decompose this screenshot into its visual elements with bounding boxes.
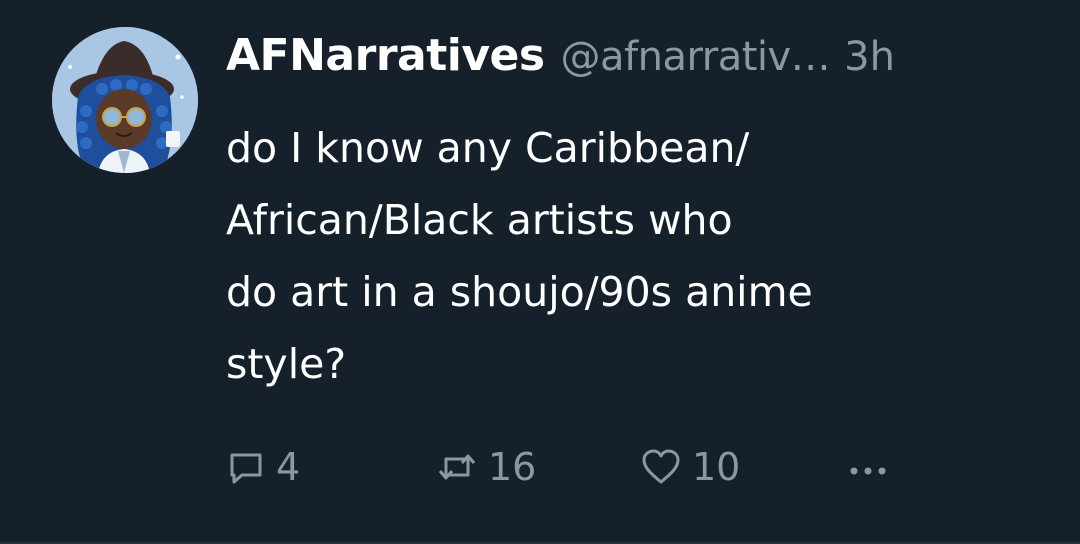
retweet-button[interactable]: 16 — [436, 440, 536, 494]
avatar-illustration — [52, 27, 198, 173]
retweet-count: 16 — [488, 445, 537, 489]
tweet[interactable]: AFNarratives @afnarrativ… 3h do I know a… — [0, 0, 1080, 544]
like-count: 10 — [692, 445, 741, 489]
reply-count: 4 — [276, 445, 301, 489]
action-bar: 4 16 10 — [226, 440, 926, 494]
tweet-text: do I know any Caribbean/ African/Black a… — [226, 112, 1026, 400]
tweet-text-line: African/Black artists who — [226, 196, 733, 244]
like-button[interactable]: 10 — [640, 440, 740, 494]
retweet-icon — [438, 454, 476, 480]
more-button[interactable] — [846, 440, 890, 494]
display-name[interactable]: AFNarratives — [226, 30, 545, 81]
reply-icon — [230, 453, 262, 484]
tweet-text-line: do art in a shoujo/90s anime — [226, 268, 813, 316]
tweet-text-line: style? — [226, 340, 347, 388]
tweet-text-line: do I know any Caribbean/ — [226, 124, 750, 172]
more-icon — [850, 467, 886, 475]
user-handle[interactable]: @afnarrativ… — [561, 34, 831, 80]
tweet-header: AFNarratives @afnarrativ… 3h — [226, 30, 1056, 100]
reply-button[interactable]: 4 — [226, 440, 300, 494]
heart-icon — [642, 449, 680, 484]
avatar[interactable] — [52, 27, 198, 173]
timestamp[interactable]: 3h — [844, 34, 895, 80]
